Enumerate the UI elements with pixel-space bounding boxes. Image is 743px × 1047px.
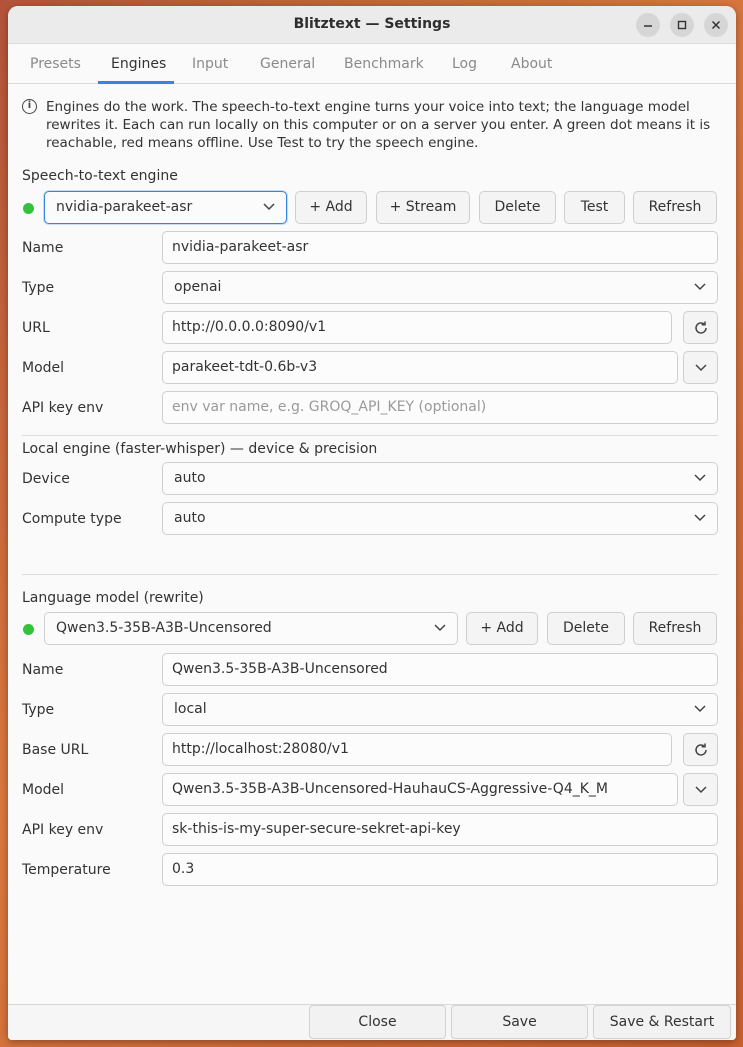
llm-name-field[interactable]: Qwen3.5-35B-A3B-Uncensored [162,653,718,686]
stt-model-dropdown-button[interactable] [683,351,718,384]
stt-apikey-label: API key env [22,400,104,416]
stt-model-field[interactable]: parakeet-tdt-0.6b-v3 [162,351,678,384]
chevron-down-icon [694,474,706,482]
stt-engine-select-value: nvidia-parakeet-asr [56,199,193,215]
info-text: Engines do the work. The speech-to-text … [46,99,711,151]
title-bar: Blitztext — Settings [8,6,736,44]
llm-model-dropdown-button[interactable] [683,773,718,806]
stt-delete-button[interactable]: Delete [479,191,556,224]
tab-presets[interactable]: Presets [30,56,81,72]
device-label: Device [22,471,70,487]
stt-stream-button[interactable]: + Stream [376,191,470,224]
llm-refresh-button[interactable]: Refresh [633,612,717,645]
close-button[interactable]: Close [309,1005,446,1039]
chevron-down-icon [694,705,706,713]
llm-status-dot [23,624,34,635]
stt-test-button[interactable]: Test [564,191,625,224]
compute-type-select[interactable]: auto [162,502,718,535]
refresh-icon [694,743,707,756]
chevron-down-icon [263,203,275,211]
stt-name-field[interactable]: nvidia-parakeet-asr [162,231,718,264]
stt-add-button[interactable]: + Add [295,191,367,224]
save-button[interactable]: Save [451,1005,588,1039]
compute-type-value: auto [174,510,206,526]
tab-general[interactable]: General [260,56,315,72]
llm-model-label: Model [22,782,65,798]
llm-add-button[interactable]: + Add [466,612,538,645]
chevron-down-icon [694,283,706,291]
tab-benchmark[interactable]: Benchmark [344,56,424,72]
tab-input[interactable]: Input [192,56,228,72]
tab-bar: Presets Engines Input General Benchmark … [8,46,736,84]
minimize-icon[interactable] [636,13,660,37]
maximize-icon[interactable] [670,13,694,37]
llm-name-label: Name [22,662,64,678]
stt-name-label: Name [22,240,64,256]
llm-baseurl-refresh-button[interactable] [683,733,718,766]
save-restart-button[interactable]: Save & Restart [593,1005,731,1039]
stt-heading: Speech-to-text engine [22,168,178,184]
stt-type-value: openai [174,279,222,295]
llm-heading: Language model (rewrite) [22,590,204,606]
llm-delete-button[interactable]: Delete [547,612,625,645]
chevron-down-icon [434,624,446,632]
divider [22,435,718,436]
llm-type-label: Type [22,702,55,718]
close-icon[interactable] [704,13,728,37]
llm-apikey-label: API key env [22,822,104,838]
window-title: Blitztext — Settings [293,16,451,32]
chevron-down-icon [694,785,707,793]
llm-baseurl-label: Base URL [22,742,89,758]
stt-url-field[interactable]: http://0.0.0.0:8090/v1 [162,311,672,344]
stt-url-label: URL [22,320,50,336]
tab-about[interactable]: About [511,56,552,72]
footer-bar: Close Save Save & Restart [8,1004,736,1040]
llm-model-select-value: Qwen3.5-35B-A3B-Uncensored [56,620,272,636]
llm-model-field[interactable]: Qwen3.5-35B-A3B-Uncensored-HauhauCS-Aggr… [162,773,678,806]
llm-type-value: local [174,701,207,717]
llm-model-select[interactable]: Qwen3.5-35B-A3B-Uncensored [44,612,458,645]
device-value: auto [174,470,206,486]
llm-baseurl-field[interactable]: http://localhost:28080/v1 [162,733,672,766]
stt-type-select[interactable]: openai [162,271,718,304]
divider [22,574,718,575]
chevron-down-icon [694,514,706,522]
temperature-label: Temperature [22,862,111,878]
stt-url-refresh-button[interactable] [683,311,718,344]
stt-model-label: Model [22,360,65,376]
stt-type-label: Type [22,280,55,296]
local-engine-heading: Local engine (faster-whisper) — device &… [22,441,378,457]
stt-refresh-button[interactable]: Refresh [633,191,717,224]
refresh-icon [694,321,707,334]
temperature-field[interactable]: 0.3 [162,853,718,886]
chevron-down-icon [694,363,707,371]
active-tab-indicator [98,81,174,84]
tab-engines[interactable]: Engines [111,56,166,72]
info-icon: i [22,99,37,114]
tab-log[interactable]: Log [452,56,477,72]
stt-engine-select[interactable]: nvidia-parakeet-asr [44,191,287,224]
settings-window: Blitztext — Settings Presets Engines Inp… [8,6,736,1040]
stt-status-dot [23,203,34,214]
llm-apikey-field[interactable]: sk-this-is-my-super-secure-sekret-api-ke… [162,813,718,846]
device-select[interactable]: auto [162,462,718,495]
stt-apikey-field[interactable]: env var name, e.g. GROQ_API_KEY (optiona… [162,391,718,424]
compute-type-label: Compute type [22,511,122,527]
llm-type-select[interactable]: local [162,693,718,726]
